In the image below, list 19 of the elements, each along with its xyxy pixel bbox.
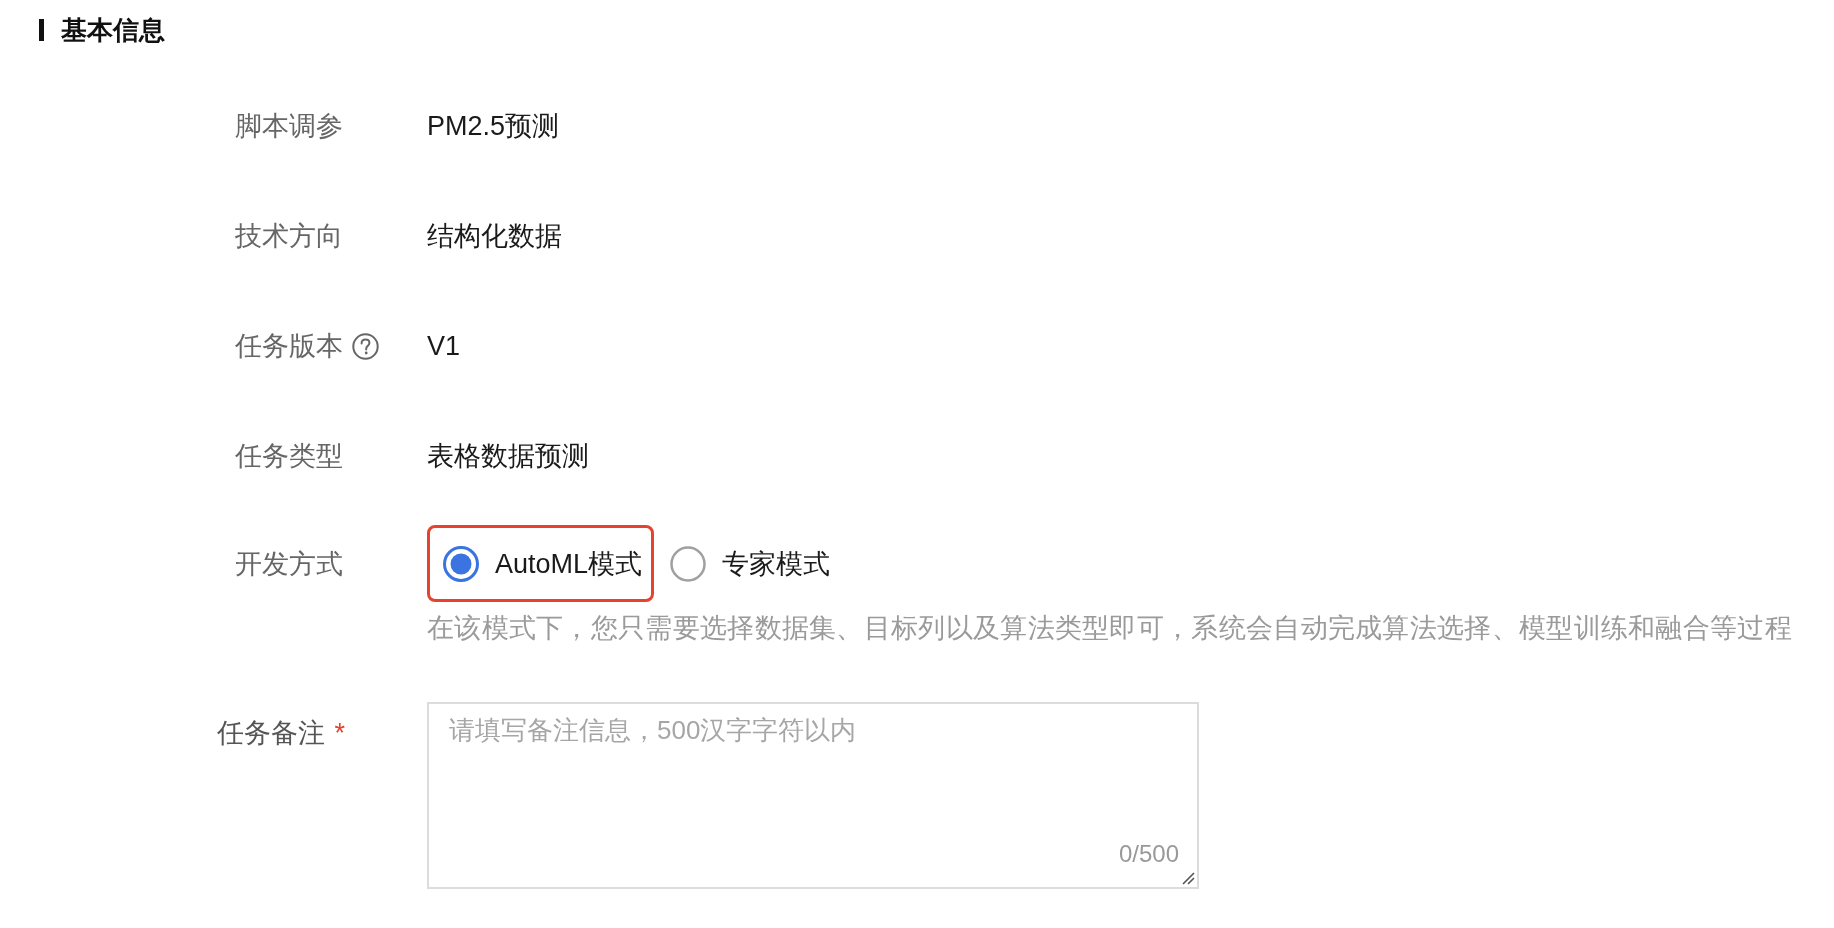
radio-option[interactable]: 专家模式 bbox=[654, 525, 843, 602]
field-label: 开发方式 bbox=[235, 547, 343, 581]
required-asterisk: * bbox=[334, 717, 345, 750]
field-label: 任务版本 bbox=[235, 330, 343, 363]
help-icon[interactable] bbox=[352, 332, 379, 360]
radio-option[interactable]: AutoML模式 bbox=[427, 525, 655, 602]
field-value: 结构化数据 bbox=[427, 220, 562, 253]
mode-hint-text: 在该模式下，您只需要选择数据集、目标列以及算法类型即可，系统会自动完成算法选择、模型训练和融合等过程 bbox=[427, 612, 1792, 645]
vertical-bar-icon bbox=[39, 19, 44, 41]
field-label: 技术方向 bbox=[235, 220, 343, 253]
character-counter: 0/500 bbox=[1118, 839, 1179, 869]
field-label: 任务类型 bbox=[235, 440, 343, 473]
field-value: 表格数据预测 bbox=[427, 440, 589, 473]
field-label: 脚本调参 bbox=[235, 110, 343, 143]
field-value: PM2.5预测 bbox=[427, 110, 560, 143]
resize-grip-icon[interactable] bbox=[1181, 871, 1195, 885]
section-title: 基本信息 bbox=[61, 14, 165, 47]
field-label: 任务备注 bbox=[217, 717, 326, 750]
field-value: V1 bbox=[427, 330, 461, 363]
